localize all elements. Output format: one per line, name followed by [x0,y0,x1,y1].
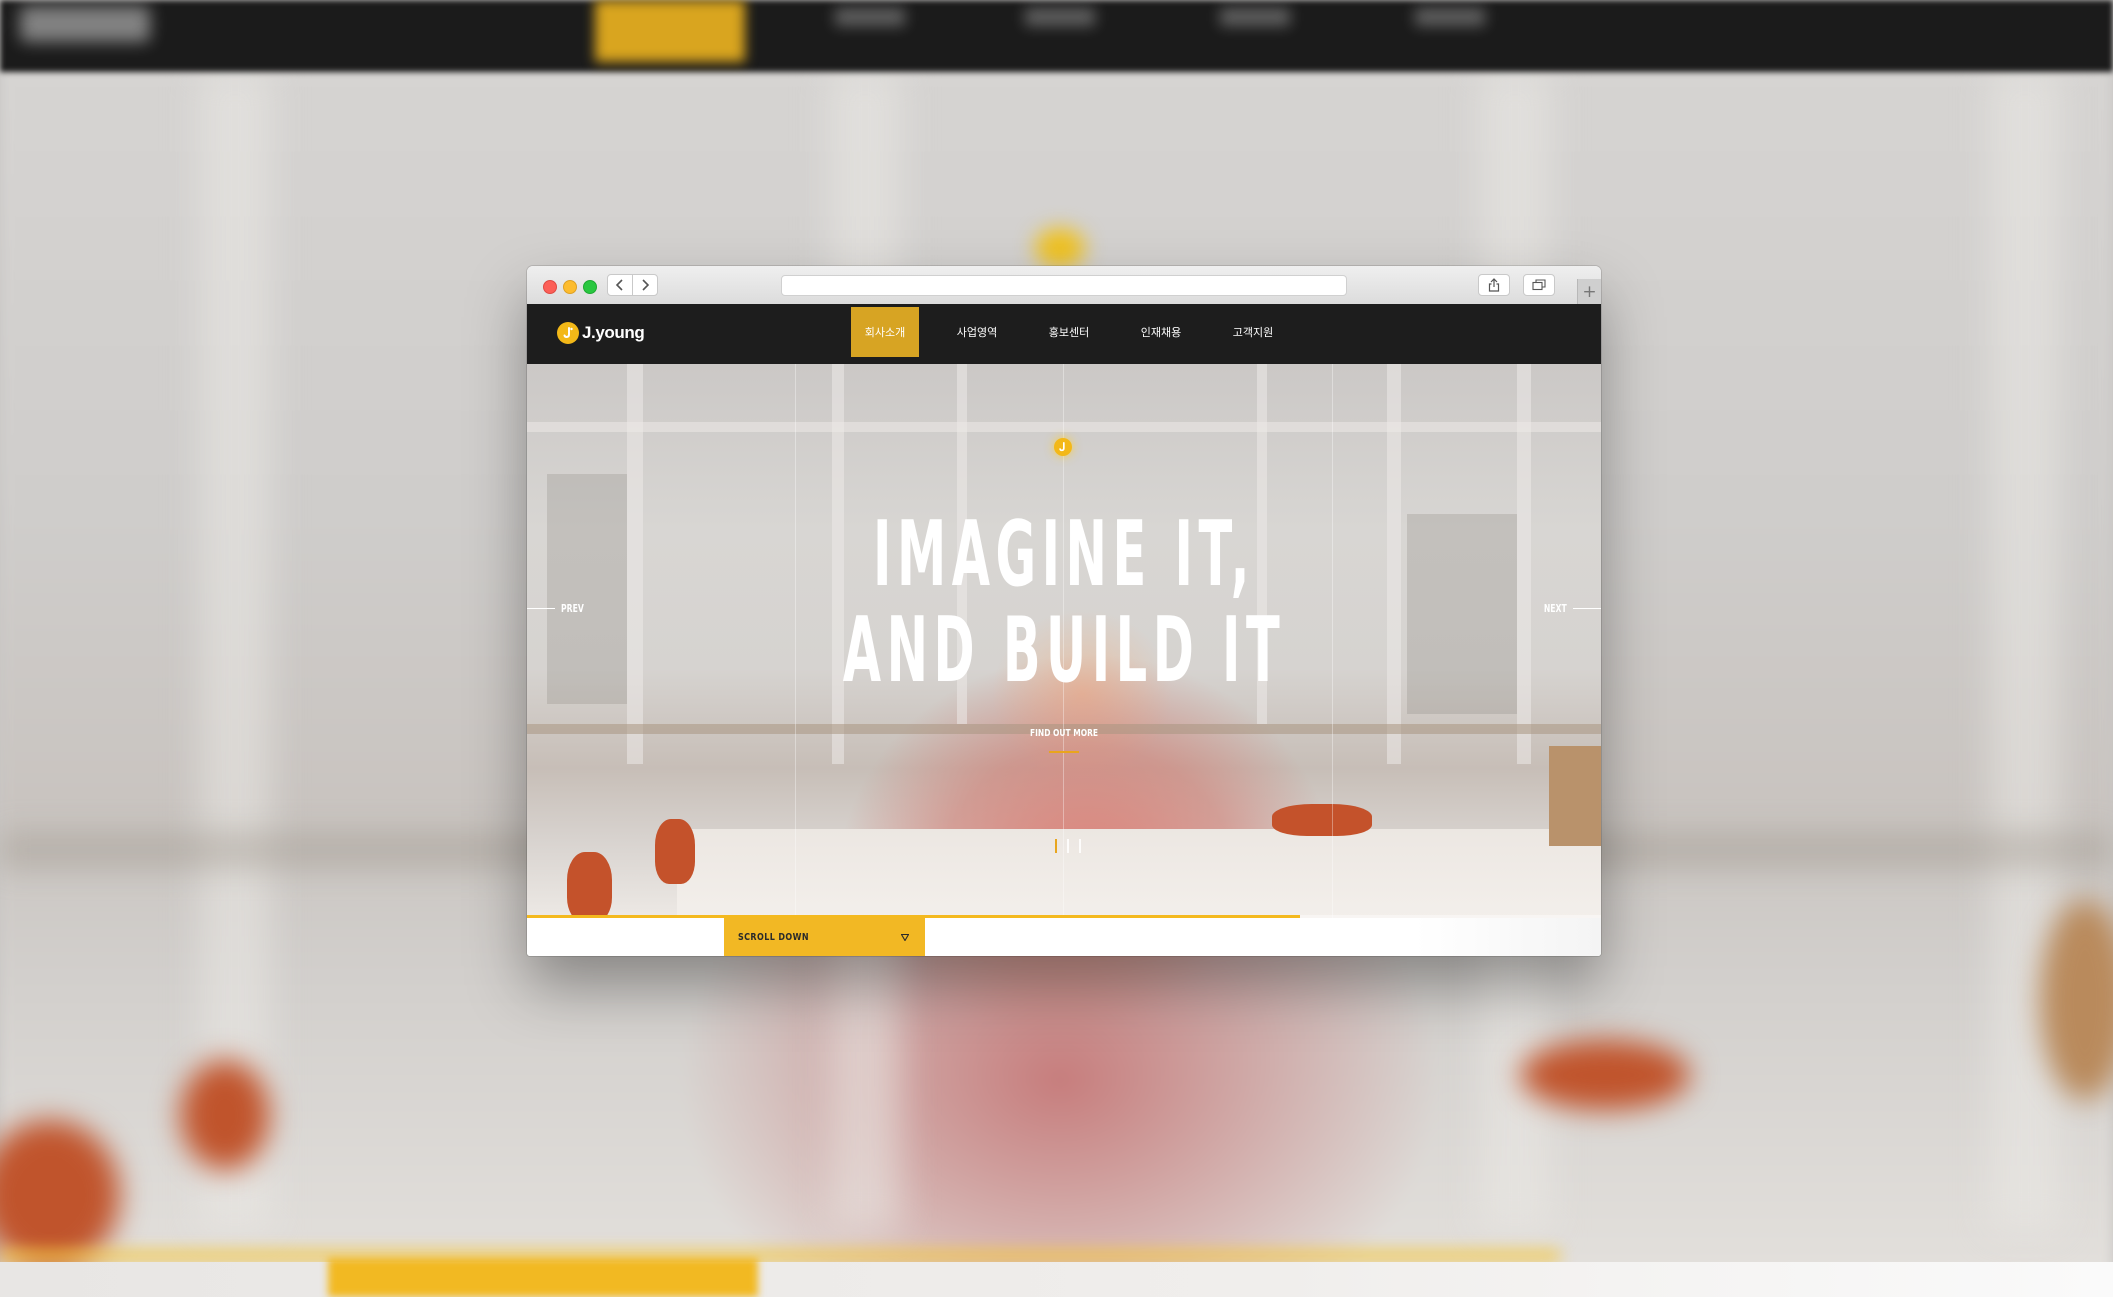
slide-indicators [1055,839,1091,853]
slide-indicator-dot[interactable] [1067,839,1069,853]
minimize-window-button[interactable] [563,280,577,294]
prev-slide-button[interactable]: PREV [527,602,594,615]
triangle-down-icon [901,933,909,941]
chair [655,819,695,884]
site-logo[interactable]: J.young [557,319,645,347]
cardboard-box [1549,746,1601,846]
nav-item-pr-center[interactable]: 홍보센터 [1035,307,1103,357]
window-view [547,474,627,704]
find-out-more-link[interactable]: FIND OUT MORE [1027,728,1102,739]
chair [567,852,612,918]
background-active-tab [595,0,745,62]
next-arrow-icon [1573,608,1601,609]
nav-item-support[interactable]: 고객지원 [1219,307,1287,357]
plus-icon: + [1582,281,1597,302]
maximize-window-button[interactable] [583,280,597,294]
slide-indicator-dot[interactable] [1079,839,1081,853]
bottom-bar-fade [1415,918,1601,956]
background-logo-glow [1035,228,1085,268]
nav-item-company[interactable]: 회사소개 [851,307,919,357]
hero-headline: IMAGINE IT, AND BUILD IT [769,507,1360,699]
prev-label: PREV [561,602,584,615]
bottom-bar: SCROLL DOWN [527,918,1601,956]
forward-button[interactable] [632,274,658,296]
next-slide-button[interactable]: NEXT [1534,602,1601,615]
chair [1272,804,1372,836]
hero-logo-icon [1054,438,1072,456]
background-scroll-button [328,1258,758,1297]
background-nav-text [1415,8,1485,26]
background-pillar [200,70,270,1230]
site-header: J.young 회사소개 사업영역 홍보센터 인재채용 고객지원 [527,304,1601,364]
hero-slider: IMAGINE IT, AND BUILD IT FIND OUT MORE P… [527,364,1601,918]
main-menu: 회사소개 사업영역 홍보센터 인재채용 고객지원 [851,307,1311,357]
background-chair [1520,1040,1690,1110]
background-chair [180,1060,270,1170]
close-window-button[interactable] [543,280,557,294]
browser-toolbar: + [527,266,1601,305]
back-button[interactable] [607,274,633,296]
scroll-down-button[interactable]: SCROLL DOWN [724,918,925,956]
background-bottom-bar [0,1262,2113,1297]
address-bar[interactable] [781,275,1347,296]
background-nav-text [1220,8,1290,26]
j-logo-icon [557,322,579,344]
window-frame [527,422,1601,432]
new-tab-button[interactable]: + [1577,279,1601,304]
prev-arrow-icon [527,608,555,609]
nav-item-business[interactable]: 사업영역 [943,307,1011,357]
headline-line-2: AND BUILD IT [842,598,1286,703]
slide-indicator-dot[interactable] [1055,839,1057,853]
tabs-overview-icon [1532,279,1546,291]
table [677,829,1601,918]
next-label: NEXT [1544,602,1567,615]
window-view [1407,514,1517,714]
chevron-right-icon [642,279,650,291]
cta-underline [1049,751,1079,753]
background-nav-text [835,8,905,26]
background-logo [20,6,150,42]
headline-line-1: IMAGINE IT, [873,502,1255,607]
scroll-down-label: SCROLL DOWN [738,931,809,943]
browser-window: + J.young 회사소개 사업영역 홍보센터 인재채용 고객지원 IMAGI… [527,266,1601,956]
share-button[interactable] [1478,274,1510,296]
nav-item-careers[interactable]: 인재채용 [1127,307,1195,357]
chevron-left-icon [615,279,623,291]
logo-text: J.young [582,323,645,342]
background-nav-text [1025,8,1095,26]
share-icon [1488,278,1500,292]
background-progress-line [0,1250,1560,1262]
tab-overview-button[interactable] [1523,274,1555,296]
